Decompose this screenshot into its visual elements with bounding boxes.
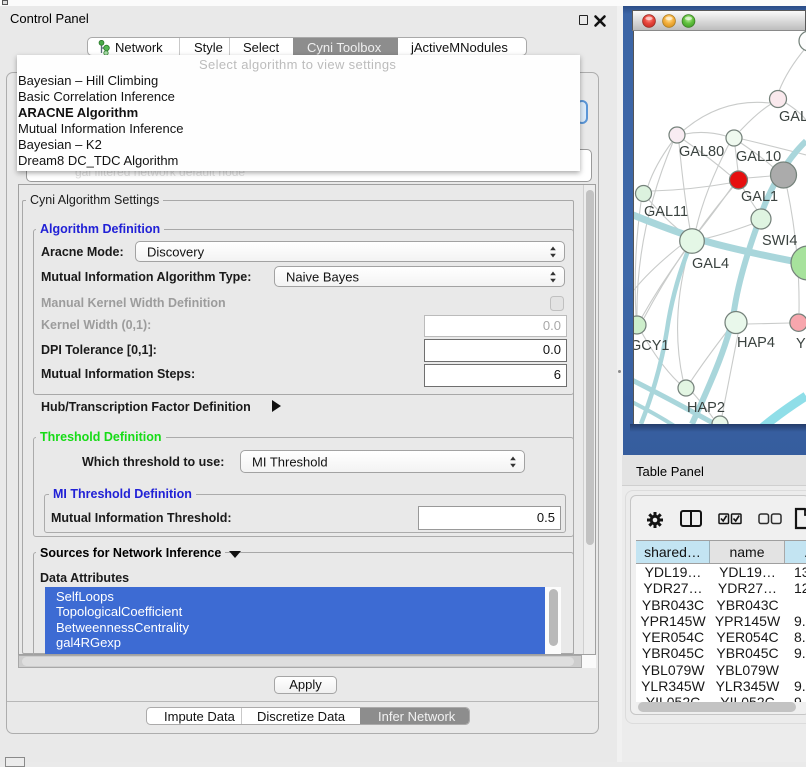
svg-text:GAL: GAL [779, 109, 806, 125]
svg-text:GAL80: GAL80 [679, 144, 724, 160]
svg-text:HAP4: HAP4 [737, 335, 775, 351]
svg-text:GAL11: GAL11 [644, 204, 688, 220]
svg-text:GCY1: GCY1 [633, 338, 670, 354]
svg-text:SWI4: SWI4 [762, 233, 797, 249]
svg-text:GAL4: GAL4 [692, 256, 729, 272]
svg-text:Y: Y [796, 336, 806, 352]
svg-text:HAP2: HAP2 [687, 400, 725, 416]
svg-text:GAL10: GAL10 [736, 149, 781, 165]
svg-text:GAL1: GAL1 [741, 189, 778, 205]
